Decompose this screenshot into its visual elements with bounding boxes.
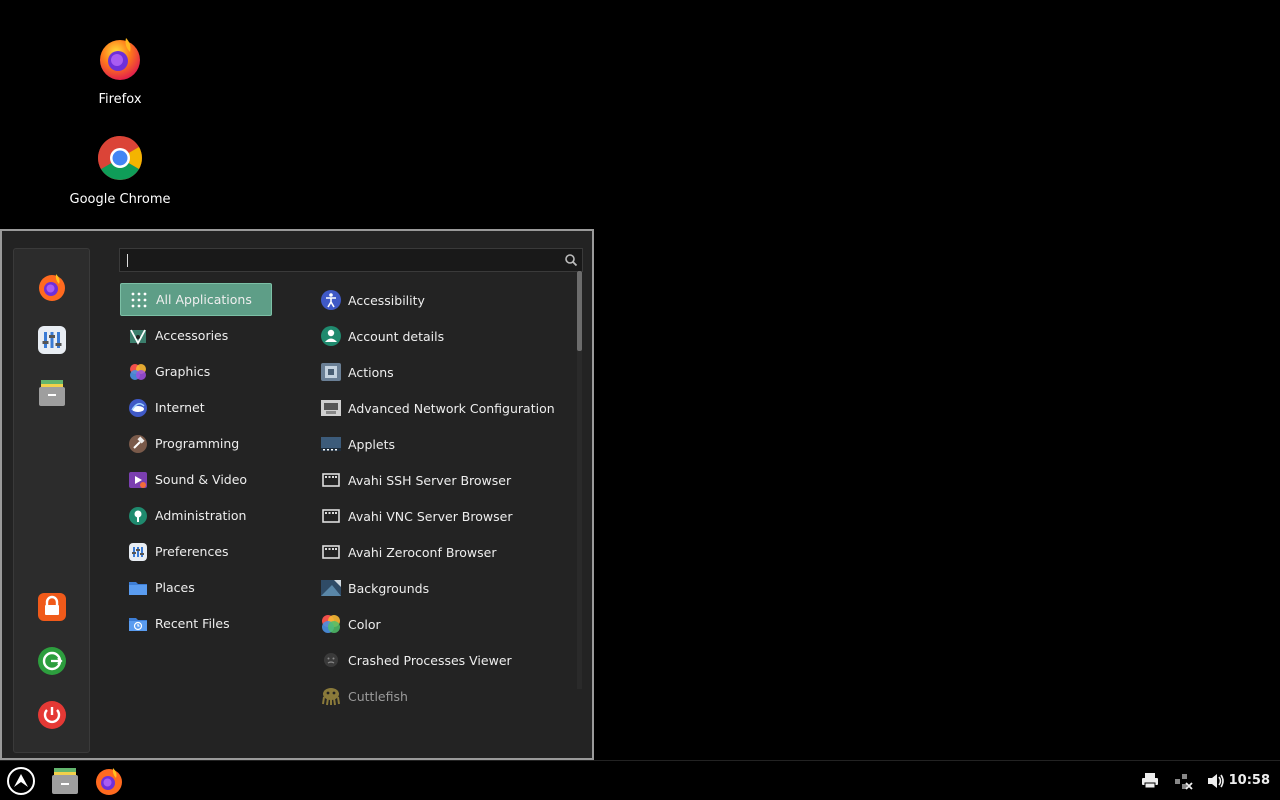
app-actions[interactable]: Actions [320,357,394,387]
app-avahi-ssh-server-browser[interactable]: Avahi SSH Server Browser [320,465,511,495]
color-icon [322,615,340,633]
app-account-details[interactable]: Account details [320,321,444,351]
category-label: Sound & Video [155,472,248,487]
account-icon [321,326,341,346]
text-cursor [127,254,128,267]
app-label: Account details [348,328,445,344]
actions-icon [321,363,341,381]
clock[interactable]: 10:58 [1229,773,1270,788]
crash-icon [324,653,338,667]
category-label: Preferences [155,544,229,559]
application-menu: All Applications Accessories Graphics In… [0,229,594,760]
app-crashed-processes-viewer[interactable]: Crashed Processes Viewer [320,645,512,675]
app-avahi-vnc-server-browser[interactable]: Avahi VNC Server Browser [320,501,512,531]
favorites-sidebar [13,248,90,753]
search-field[interactable] [119,248,583,272]
app-cuttlefish[interactable]: Cuttlefish [320,681,408,711]
files-icon[interactable] [50,766,80,796]
desktop-icon-chrome[interactable]: Google Chrome [60,134,180,207]
app-label: Actions [348,364,394,380]
category-label: Programming [155,436,240,451]
app-avahi-zeroconf-browser[interactable]: Avahi Zeroconf Browser [320,537,496,567]
volume-icon[interactable] [1206,771,1226,791]
app-list-scrollbar[interactable] [577,271,582,689]
network-off-icon[interactable] [1173,771,1193,791]
lock-screen-icon[interactable] [36,591,68,623]
app-label: Advanced Network Configuration [348,400,555,416]
avahi-vnc-icon [322,509,340,523]
avahi-ssh-icon [322,473,340,487]
desktop-icon-label: Firefox [98,92,142,107]
applets-icon [321,437,341,451]
app-backgrounds[interactable]: Backgrounds [320,573,429,603]
firefox-icon[interactable] [36,271,68,303]
category-sound-video[interactable]: Sound & Video [120,463,272,496]
accessories-icon [130,329,146,345]
category-accessories[interactable]: Accessories [120,319,272,352]
programming-icon [129,434,147,453]
category-all-applications[interactable]: All Applications [120,283,272,316]
cuttlefish-icon [322,688,340,706]
category-preferences[interactable]: Preferences [120,535,272,568]
preferences-icon [129,542,147,561]
graphics-icon [130,363,146,380]
desktop-icon-label: Google Chrome [69,192,171,207]
taskbar: 10:58 [0,760,1280,800]
category-label: Administration [155,508,247,523]
printer-icon[interactable] [1140,771,1160,791]
category-label: All Applications [156,292,252,307]
category-label: Graphics [155,364,211,379]
app-accessibility[interactable]: Accessibility [320,285,425,315]
shutdown-icon[interactable] [36,699,68,731]
category-label: Recent Files [155,616,230,631]
app-advanced-network-configuration[interactable]: Advanced Network Configuration [320,393,555,423]
category-programming[interactable]: Programming [120,427,272,460]
app-label: Accessibility [348,292,425,308]
administration-icon [129,506,147,525]
search-icon [565,254,578,267]
desktop-icon-firefox[interactable]: Firefox [60,34,180,107]
app-label: Avahi SSH Server Browser [348,472,512,488]
category-graphics[interactable]: Graphics [120,355,272,388]
accessibility-icon [321,290,341,310]
category-label: Accessories [155,328,229,343]
category-label: Places [155,580,195,595]
files-icon[interactable] [36,377,68,409]
category-recent-files[interactable]: Recent Files [120,607,272,640]
firefox-icon [100,38,140,80]
grid-icon [131,292,147,307]
firefox-icon[interactable] [94,766,124,796]
app-label: Avahi Zeroconf Browser [348,544,497,560]
app-label: Avahi VNC Server Browser [348,508,513,524]
recent-files-icon [129,617,147,631]
category-label: Internet [155,400,205,415]
scrollbar-thumb[interactable] [577,271,582,351]
app-label: Applets [348,436,395,452]
app-label: Backgrounds [348,580,430,596]
sound-video-icon [129,471,147,488]
category-administration[interactable]: Administration [120,499,272,532]
app-color[interactable]: Color [320,609,381,639]
network-icon [321,400,341,416]
app-label: Crashed Processes Viewer [348,652,512,668]
folder-icon [129,581,147,595]
app-label: Color [348,616,381,632]
internet-icon [129,398,147,417]
category-places[interactable]: Places [120,571,272,604]
chrome-icon [98,136,142,180]
backgrounds-icon [321,580,341,596]
app-applets[interactable]: Applets [320,429,395,459]
menu-icon[interactable] [6,766,36,796]
settings-icon[interactable] [36,324,68,356]
avahi-zeroconf-icon [322,545,340,559]
logout-icon[interactable] [36,645,68,677]
category-internet[interactable]: Internet [120,391,272,424]
app-label: Cuttlefish [348,688,408,704]
